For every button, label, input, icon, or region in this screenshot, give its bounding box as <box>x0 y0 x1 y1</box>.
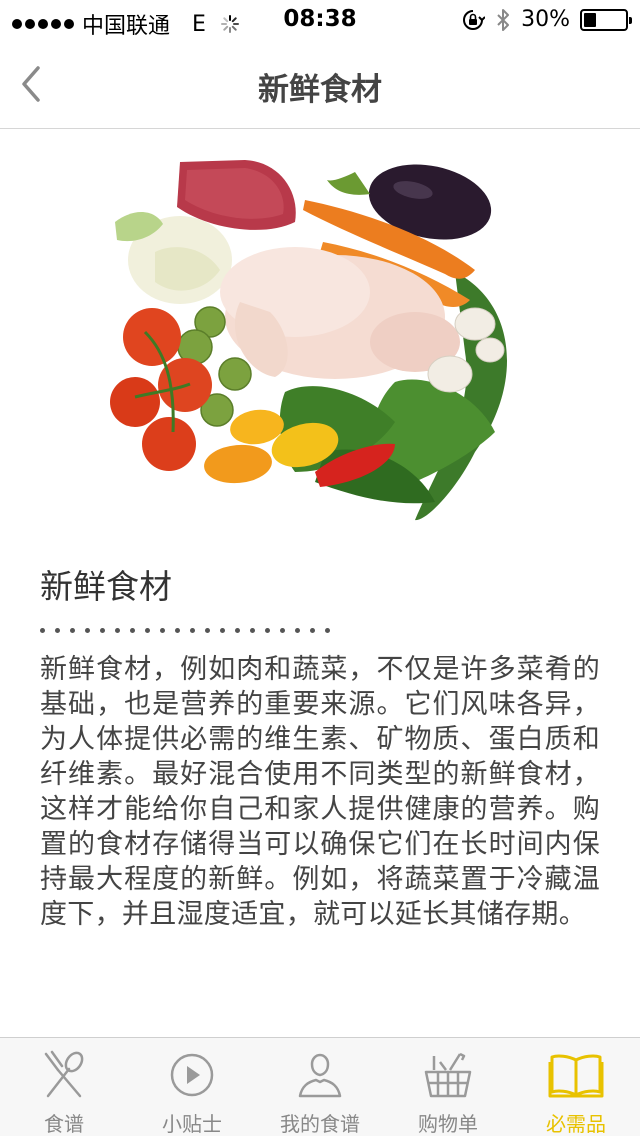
divider-dot <box>145 628 150 633</box>
tab-label: 食谱 <box>44 1112 84 1136</box>
battery-icon <box>580 8 632 31</box>
status-right: 30% <box>461 7 632 32</box>
play-icon <box>170 1053 214 1097</box>
divider-dot <box>40 628 45 633</box>
article-body: 新鲜食材，例如肉和蔬菜，不仅是许多菜肴的基础，也是营养的重要来源。它们风味各异，… <box>40 654 600 930</box>
divider-dot <box>55 628 60 633</box>
divider-dot <box>115 628 120 633</box>
nav-bar: 新鲜食材 <box>0 40 640 129</box>
divider-dot <box>250 628 255 633</box>
battery-percent: 30% <box>521 7 570 32</box>
tab-label: 小贴士 <box>162 1112 222 1136</box>
divider-dot <box>295 628 300 633</box>
dotted-divider <box>40 628 330 633</box>
tab-shopping-list[interactable]: 购物单 <box>384 1038 512 1136</box>
divider-dot <box>325 628 330 633</box>
fresh-ingredients-image <box>110 160 508 521</box>
tab-label: 必需品 <box>546 1112 606 1136</box>
status-bar: 中国联通 E 08:38 30% <box>0 0 640 40</box>
divider-dot <box>235 628 240 633</box>
divider-dot <box>310 628 315 633</box>
divider-dot <box>85 628 90 633</box>
bluetooth-icon <box>497 8 510 31</box>
tab-recipes[interactable]: 食谱 <box>0 1038 128 1136</box>
tab-label: 购物单 <box>418 1112 478 1136</box>
tab-my-recipes[interactable]: 我的食谱 <box>256 1038 384 1136</box>
divider-dot <box>220 628 225 633</box>
divider-dot <box>175 628 180 633</box>
article-title: 新鲜食材 <box>40 567 172 606</box>
fennel <box>115 212 232 304</box>
divider-dot <box>205 628 210 633</box>
divider-dot <box>130 628 135 633</box>
user-icon <box>298 1053 342 1098</box>
tab-essentials[interactable]: 必需品 <box>512 1038 640 1136</box>
divider-dot <box>100 628 105 633</box>
divider-dot <box>190 628 195 633</box>
divider-dot <box>160 628 165 633</box>
divider-dot <box>265 628 270 633</box>
basket-icon <box>424 1052 472 1098</box>
page-title: 新鲜食材 <box>258 72 382 108</box>
fork-spoon-icon <box>44 1050 84 1098</box>
screen: 中国联通 E 08:38 30% 新鲜食材 新鲜食材 新鲜食材，例如肉和蔬菜，不… <box>0 0 640 1136</box>
divider-dot <box>70 628 75 633</box>
tab-label: 我的食谱 <box>280 1112 360 1136</box>
chicken <box>220 247 460 379</box>
tab-tips[interactable]: 小贴士 <box>128 1038 256 1136</box>
tab-bar: 食谱 小贴士 我的食谱 购物单 必需品 <box>0 1037 640 1136</box>
divider-dot <box>280 628 285 633</box>
rotation-lock-icon <box>463 9 486 30</box>
book-icon <box>548 1054 604 1098</box>
